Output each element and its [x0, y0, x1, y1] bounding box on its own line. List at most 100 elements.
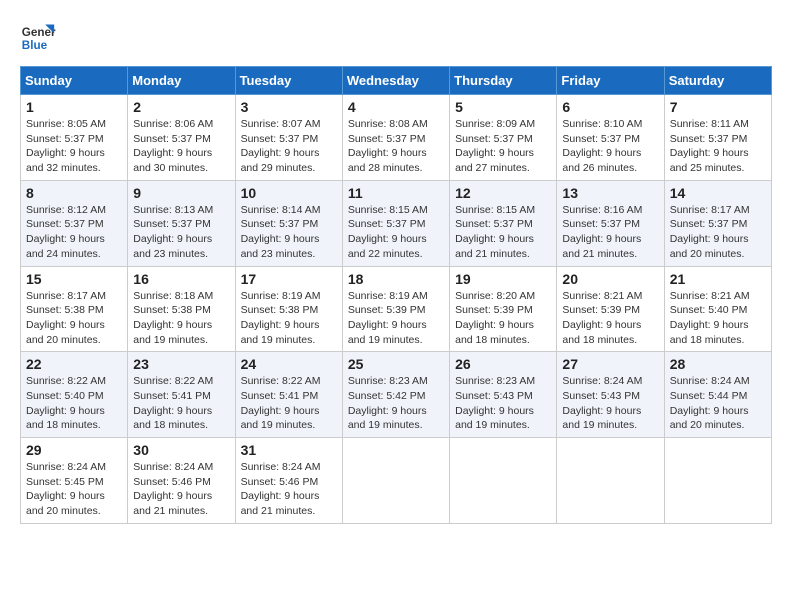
sunrise-label: Sunrise: 8:17 AM [26, 290, 106, 302]
sunset-label: Sunset: 5:38 PM [241, 304, 319, 316]
calendar-cell: 8 Sunrise: 8:12 AM Sunset: 5:37 PM Dayli… [21, 180, 128, 266]
day-info: Sunrise: 8:16 AM Sunset: 5:37 PM Dayligh… [562, 203, 658, 262]
sunrise-label: Sunrise: 8:06 AM [133, 118, 213, 130]
day-info: Sunrise: 8:06 AM Sunset: 5:37 PM Dayligh… [133, 117, 229, 176]
daylight-label: Daylight: 9 hours and 20 minutes. [670, 233, 749, 260]
sunset-label: Sunset: 5:37 PM [670, 133, 748, 145]
day-info: Sunrise: 8:17 AM Sunset: 5:38 PM Dayligh… [26, 289, 122, 348]
calendar-week-row: 15 Sunrise: 8:17 AM Sunset: 5:38 PM Dayl… [21, 266, 772, 352]
sunrise-label: Sunrise: 8:22 AM [133, 375, 213, 387]
sunset-label: Sunset: 5:37 PM [562, 133, 640, 145]
calendar-cell: 21 Sunrise: 8:21 AM Sunset: 5:40 PM Dayl… [664, 266, 771, 352]
daylight-label: Daylight: 9 hours and 18 minutes. [670, 319, 749, 346]
day-info: Sunrise: 8:21 AM Sunset: 5:39 PM Dayligh… [562, 289, 658, 348]
sunrise-label: Sunrise: 8:09 AM [455, 118, 535, 130]
day-number: 10 [241, 185, 337, 201]
day-info: Sunrise: 8:07 AM Sunset: 5:37 PM Dayligh… [241, 117, 337, 176]
calendar-cell: 22 Sunrise: 8:22 AM Sunset: 5:40 PM Dayl… [21, 352, 128, 438]
sunrise-label: Sunrise: 8:24 AM [562, 375, 642, 387]
sunrise-label: Sunrise: 8:23 AM [348, 375, 428, 387]
calendar-cell: 1 Sunrise: 8:05 AM Sunset: 5:37 PM Dayli… [21, 95, 128, 181]
calendar-cell: 7 Sunrise: 8:11 AM Sunset: 5:37 PM Dayli… [664, 95, 771, 181]
daylight-label: Daylight: 9 hours and 19 minutes. [133, 319, 212, 346]
daylight-label: Daylight: 9 hours and 20 minutes. [26, 490, 105, 517]
sunrise-label: Sunrise: 8:19 AM [241, 290, 321, 302]
day-info: Sunrise: 8:24 AM Sunset: 5:46 PM Dayligh… [241, 460, 337, 519]
daylight-label: Daylight: 9 hours and 21 minutes. [133, 490, 212, 517]
sunrise-label: Sunrise: 8:18 AM [133, 290, 213, 302]
day-info: Sunrise: 8:24 AM Sunset: 5:43 PM Dayligh… [562, 374, 658, 433]
day-number: 31 [241, 442, 337, 458]
daylight-label: Daylight: 9 hours and 19 minutes. [455, 405, 534, 432]
day-number: 16 [133, 271, 229, 287]
day-number: 5 [455, 99, 551, 115]
day-number: 17 [241, 271, 337, 287]
day-number: 22 [26, 356, 122, 372]
page-header: General Blue [20, 20, 772, 56]
calendar-cell: 4 Sunrise: 8:08 AM Sunset: 5:37 PM Dayli… [342, 95, 449, 181]
sunrise-label: Sunrise: 8:15 AM [455, 204, 535, 216]
calendar-cell: 10 Sunrise: 8:14 AM Sunset: 5:37 PM Dayl… [235, 180, 342, 266]
day-info: Sunrise: 8:20 AM Sunset: 5:39 PM Dayligh… [455, 289, 551, 348]
daylight-label: Daylight: 9 hours and 28 minutes. [348, 147, 427, 174]
calendar-cell: 13 Sunrise: 8:16 AM Sunset: 5:37 PM Dayl… [557, 180, 664, 266]
day-number: 6 [562, 99, 658, 115]
daylight-label: Daylight: 9 hours and 19 minutes. [348, 405, 427, 432]
sunrise-label: Sunrise: 8:14 AM [241, 204, 321, 216]
day-number: 14 [670, 185, 766, 201]
day-info: Sunrise: 8:24 AM Sunset: 5:44 PM Dayligh… [670, 374, 766, 433]
sunrise-label: Sunrise: 8:12 AM [26, 204, 106, 216]
sunrise-label: Sunrise: 8:24 AM [241, 461, 321, 473]
daylight-label: Daylight: 9 hours and 18 minutes. [26, 405, 105, 432]
daylight-label: Daylight: 9 hours and 21 minutes. [241, 490, 320, 517]
calendar-cell: 17 Sunrise: 8:19 AM Sunset: 5:38 PM Dayl… [235, 266, 342, 352]
sunrise-label: Sunrise: 8:05 AM [26, 118, 106, 130]
daylight-label: Daylight: 9 hours and 30 minutes. [133, 147, 212, 174]
daylight-label: Daylight: 9 hours and 18 minutes. [133, 405, 212, 432]
calendar-week-row: 1 Sunrise: 8:05 AM Sunset: 5:37 PM Dayli… [21, 95, 772, 181]
sunrise-label: Sunrise: 8:11 AM [670, 118, 749, 130]
calendar-cell [342, 438, 449, 524]
day-number: 11 [348, 185, 444, 201]
day-number: 21 [670, 271, 766, 287]
daylight-label: Daylight: 9 hours and 19 minutes. [348, 319, 427, 346]
calendar-cell: 9 Sunrise: 8:13 AM Sunset: 5:37 PM Dayli… [128, 180, 235, 266]
sunset-label: Sunset: 5:44 PM [670, 390, 748, 402]
sunset-label: Sunset: 5:37 PM [348, 218, 426, 230]
day-info: Sunrise: 8:24 AM Sunset: 5:46 PM Dayligh… [133, 460, 229, 519]
sunset-label: Sunset: 5:46 PM [133, 476, 211, 488]
day-header-wednesday: Wednesday [342, 67, 449, 95]
sunset-label: Sunset: 5:46 PM [241, 476, 319, 488]
sunrise-label: Sunrise: 8:22 AM [26, 375, 106, 387]
sunset-label: Sunset: 5:37 PM [455, 133, 533, 145]
calendar-cell: 14 Sunrise: 8:17 AM Sunset: 5:37 PM Dayl… [664, 180, 771, 266]
sunset-label: Sunset: 5:41 PM [241, 390, 319, 402]
day-info: Sunrise: 8:21 AM Sunset: 5:40 PM Dayligh… [670, 289, 766, 348]
calendar-cell: 16 Sunrise: 8:18 AM Sunset: 5:38 PM Dayl… [128, 266, 235, 352]
day-header-saturday: Saturday [664, 67, 771, 95]
day-number: 28 [670, 356, 766, 372]
daylight-label: Daylight: 9 hours and 21 minutes. [455, 233, 534, 260]
day-info: Sunrise: 8:13 AM Sunset: 5:37 PM Dayligh… [133, 203, 229, 262]
day-number: 1 [26, 99, 122, 115]
logo-icon: General Blue [20, 20, 56, 56]
sunset-label: Sunset: 5:37 PM [133, 218, 211, 230]
calendar-cell: 23 Sunrise: 8:22 AM Sunset: 5:41 PM Dayl… [128, 352, 235, 438]
day-number: 27 [562, 356, 658, 372]
day-number: 4 [348, 99, 444, 115]
daylight-label: Daylight: 9 hours and 18 minutes. [562, 319, 641, 346]
day-info: Sunrise: 8:18 AM Sunset: 5:38 PM Dayligh… [133, 289, 229, 348]
sunrise-label: Sunrise: 8:24 AM [670, 375, 750, 387]
day-info: Sunrise: 8:19 AM Sunset: 5:39 PM Dayligh… [348, 289, 444, 348]
sunset-label: Sunset: 5:45 PM [26, 476, 104, 488]
sunrise-label: Sunrise: 8:13 AM [133, 204, 213, 216]
day-number: 3 [241, 99, 337, 115]
calendar-cell: 29 Sunrise: 8:24 AM Sunset: 5:45 PM Dayl… [21, 438, 128, 524]
day-info: Sunrise: 8:24 AM Sunset: 5:45 PM Dayligh… [26, 460, 122, 519]
calendar-cell: 28 Sunrise: 8:24 AM Sunset: 5:44 PM Dayl… [664, 352, 771, 438]
day-number: 24 [241, 356, 337, 372]
sunset-label: Sunset: 5:39 PM [455, 304, 533, 316]
day-number: 8 [26, 185, 122, 201]
calendar-cell: 30 Sunrise: 8:24 AM Sunset: 5:46 PM Dayl… [128, 438, 235, 524]
day-number: 13 [562, 185, 658, 201]
